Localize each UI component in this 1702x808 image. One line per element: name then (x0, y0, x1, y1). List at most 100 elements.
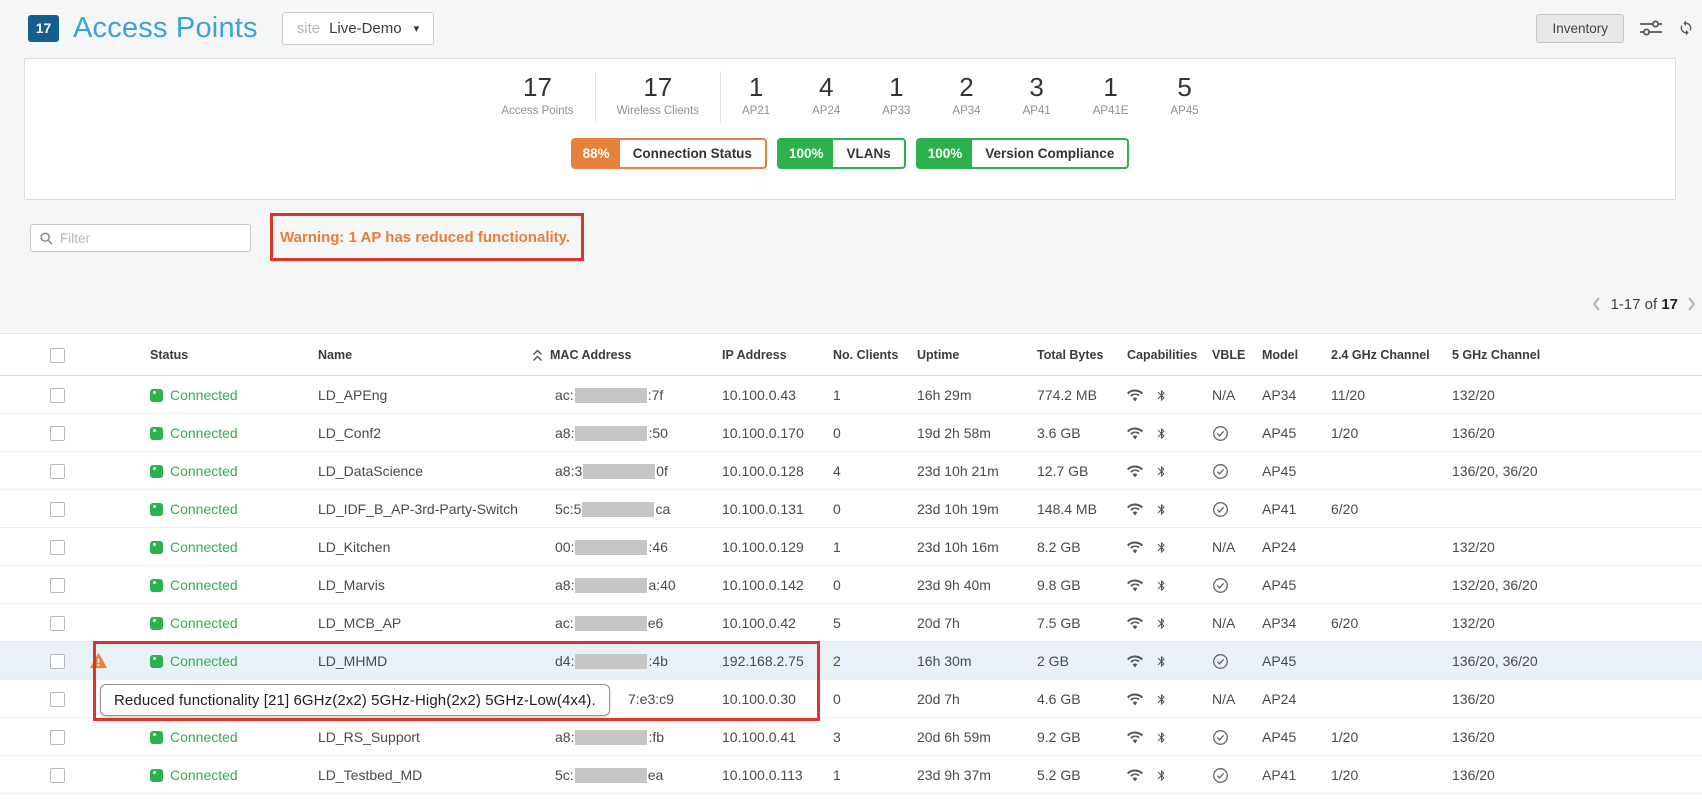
channel-24ghz: 1/20 (1331, 718, 1439, 756)
column-header-uptime[interactable]: Uptime (917, 334, 1029, 376)
filter-input[interactable] (60, 231, 241, 246)
channel-24ghz: 1/20 (1331, 414, 1439, 452)
bluetooth-icon (1155, 426, 1168, 441)
stat-item: 1 AP33 (861, 71, 931, 123)
site-selector[interactable]: site Live-Demo ▾ (282, 12, 434, 45)
channel-24ghz: 6/20 (1331, 604, 1439, 642)
column-header-caps[interactable]: Capabilities (1127, 334, 1199, 376)
row-checkbox[interactable] (50, 464, 65, 479)
wifi-icon (1127, 503, 1143, 516)
page-next-icon[interactable] (1687, 297, 1696, 311)
table-row[interactable]: Connected LD_Marvis a8:a:40 10.100.0.142… (0, 566, 1702, 604)
capabilities-cell (1127, 376, 1199, 414)
topbar: 17 Access Points site Live-Demo ▾ Invent… (0, 0, 1702, 56)
channel-24ghz (1331, 566, 1439, 604)
vble-cell: N/A (1212, 680, 1256, 718)
select-all-checkbox[interactable] (50, 348, 65, 363)
stat-item: 1 AP21 (721, 71, 791, 123)
badges-row: 88% Connection Status 100% VLANs 100% Ve… (25, 138, 1675, 169)
table-row[interactable]: Connected LD_IDF_B_AP-3rd-Party-Switch 5… (0, 490, 1702, 528)
status-label: Connected (170, 387, 238, 403)
vble-check-icon (1212, 425, 1229, 442)
table-row[interactable]: Connected LD_Kitchen 00::46 10.100.0.129… (0, 528, 1702, 566)
row-checkbox[interactable] (50, 692, 65, 707)
table-row[interactable]: Connected LD_MHMD d4::4b 192.168.2.75 2 … (0, 642, 1702, 680)
capabilities-cell (1127, 490, 1199, 528)
compliance-badge[interactable]: 100% Version Compliance (916, 138, 1130, 169)
mac-redaction (575, 768, 647, 783)
table-row[interactable]: Connected LD_RS_Support a8::fb 10.100.0.… (0, 718, 1702, 756)
table-row[interactable]: Connected LD_Testbed_MD 5c:ea 10.100.0.1… (0, 756, 1702, 794)
mac-prefix: d4: (555, 653, 574, 669)
refresh-icon[interactable] (1678, 20, 1694, 36)
vble-cell (1212, 756, 1256, 794)
clients-count: 3 (833, 718, 908, 756)
column-header-model[interactable]: Model (1262, 334, 1324, 376)
column-header-status[interactable]: Status (150, 334, 188, 376)
mac-redaction (575, 730, 647, 745)
table-row[interactable]: Connected LD_Conf2 a8::50 10.100.0.170 0… (0, 414, 1702, 452)
vble-check-icon (1212, 729, 1229, 746)
ap-status-icon (150, 541, 163, 554)
row-checkbox[interactable] (50, 616, 65, 631)
channel-5ghz: 136/20 (1452, 756, 1612, 794)
channel-5ghz: 136/20 (1452, 414, 1612, 452)
site-selector-value: Live-Demo (329, 20, 402, 37)
clients-count: 0 (833, 680, 908, 718)
table-body: Connected LD_APEng ac::7f 10.100.0.43 1 … (0, 376, 1702, 794)
stat-label: AP21 (742, 105, 770, 117)
column-header-ch24[interactable]: 2.4 GHz Channel (1331, 334, 1439, 376)
stat-value: 1 (1093, 73, 1129, 103)
vble-cell (1212, 566, 1256, 604)
ip-address: 10.100.0.42 (722, 604, 827, 642)
total-bytes: 7.5 GB (1037, 604, 1119, 642)
row-checkbox[interactable] (50, 654, 65, 669)
capabilities-cell (1127, 680, 1199, 718)
compliance-badge[interactable]: 100% VLANs (777, 138, 906, 169)
row-checkbox[interactable] (50, 388, 65, 403)
column-header-name[interactable]: Name (318, 334, 543, 376)
table-row[interactable]: Connected LD_APEng ac::7f 10.100.0.43 1 … (0, 376, 1702, 414)
column-settings-icon[interactable] (1639, 19, 1663, 37)
clients-count: 1 (833, 756, 908, 794)
column-header-vble[interactable]: VBLE (1212, 334, 1256, 376)
capabilities-cell (1127, 642, 1199, 680)
column-header-ch5[interactable]: 5 GHz Channel (1452, 334, 1612, 376)
compliance-badge[interactable]: 88% Connection Status (571, 138, 767, 169)
mac-redaction (575, 578, 647, 593)
total-bytes: 5.2 GB (1037, 756, 1119, 794)
page-prev-icon[interactable] (1592, 297, 1601, 311)
badge-label: VLANs (833, 140, 903, 167)
total-bytes: 4.6 GB (1037, 680, 1119, 718)
row-checkbox[interactable] (50, 502, 65, 517)
row-checkbox[interactable] (50, 540, 65, 555)
column-header-ip[interactable]: IP Address (722, 334, 827, 376)
inventory-button[interactable]: Inventory (1536, 14, 1624, 43)
channel-24ghz: 11/20 (1331, 376, 1439, 414)
vble-na: N/A (1212, 691, 1235, 707)
table-row[interactable]: Connected LD_MCB_AP ac:e6 10.100.0.42 5 … (0, 604, 1702, 642)
table-row[interactable]: Connected LD_DataScience a8:30f 10.100.0… (0, 452, 1702, 490)
status-cell: Connected (150, 756, 238, 794)
vble-check-icon (1212, 767, 1229, 784)
row-checkbox[interactable] (50, 426, 65, 441)
bluetooth-icon (1155, 768, 1168, 783)
row-checkbox[interactable] (50, 768, 65, 783)
model: AP45 (1262, 718, 1324, 756)
mac-address: 5c:ea (555, 756, 715, 794)
stat-label: AP41E (1093, 105, 1129, 117)
chevron-down-icon: ▾ (414, 22, 420, 35)
row-checkbox[interactable] (50, 578, 65, 593)
annotation-box-warning: Warning: 1 AP has reduced functionality. (270, 213, 584, 261)
total-bytes: 2 GB (1037, 642, 1119, 680)
ap-status-icon (150, 731, 163, 744)
status-label: Connected (170, 425, 238, 441)
model: AP45 (1262, 452, 1324, 490)
wifi-icon (1127, 541, 1143, 554)
page-range: 1-17 of 17 (1610, 296, 1678, 313)
column-header-mac[interactable]: MAC Address (532, 334, 632, 376)
column-header-clients[interactable]: No. Clients (833, 334, 908, 376)
column-header-bytes[interactable]: Total Bytes (1037, 334, 1119, 376)
row-checkbox[interactable] (50, 730, 65, 745)
mac-address: a8::fb (555, 718, 715, 756)
